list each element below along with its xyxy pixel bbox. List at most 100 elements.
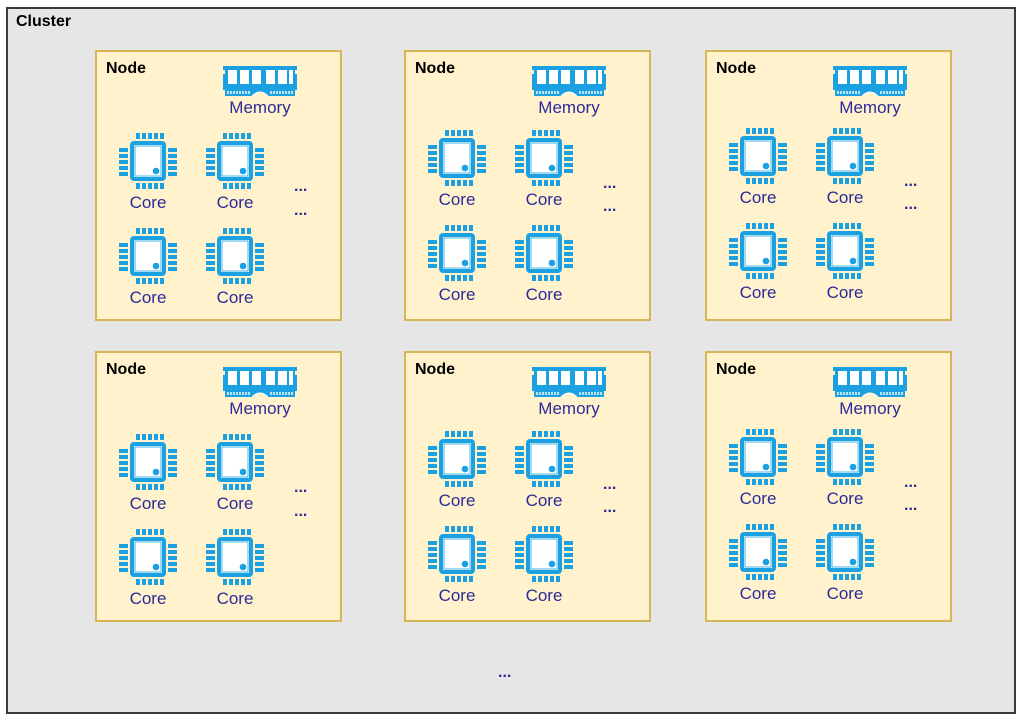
memory: Memory xyxy=(528,64,610,118)
core: Core xyxy=(200,433,270,514)
core: Core xyxy=(723,127,793,208)
cpu-icon xyxy=(113,132,183,190)
memory: Memory xyxy=(829,64,911,118)
core: Core xyxy=(723,222,793,303)
core-label: Core xyxy=(438,491,476,510)
core-label: Core xyxy=(129,288,167,307)
cpu-icon xyxy=(509,129,579,187)
core: Core xyxy=(810,523,880,604)
core-label: Core xyxy=(438,190,476,209)
core: Core xyxy=(723,428,793,509)
more-cores-ellipsis: ... xyxy=(904,474,918,491)
cpu-icon xyxy=(723,523,793,581)
memory-icon xyxy=(219,64,301,98)
core-label: Core xyxy=(525,491,563,510)
core: Core xyxy=(509,224,579,305)
cpu-icon xyxy=(810,523,880,581)
more-cores-ellipsis: ... xyxy=(294,503,308,520)
core: Core xyxy=(200,528,270,609)
memory-label: Memory xyxy=(839,98,901,117)
core-label: Core xyxy=(739,584,777,603)
core: Core xyxy=(509,525,579,606)
cpu-icon xyxy=(113,528,183,586)
cpu-icon xyxy=(113,433,183,491)
core-label: Core xyxy=(438,285,476,304)
memory-label: Memory xyxy=(538,98,600,117)
cpu-icon xyxy=(422,430,492,488)
cpu-icon xyxy=(200,227,270,285)
cpu-icon xyxy=(509,224,579,282)
cpu-icon xyxy=(113,227,183,285)
memory-label: Memory xyxy=(839,399,901,418)
more-nodes-ellipsis: ... xyxy=(498,664,512,681)
memory: Memory xyxy=(528,365,610,419)
core-label: Core xyxy=(826,584,864,603)
node-box: Node Memory Core Core Core Core ... ... xyxy=(404,351,651,622)
node-box: Node Memory Core Core Core Core ... ... xyxy=(95,50,342,321)
node-title: Node xyxy=(415,60,455,77)
core-label: Core xyxy=(129,589,167,608)
core: Core xyxy=(113,132,183,213)
more-cores-ellipsis: ... xyxy=(603,476,617,493)
more-cores-ellipsis: ... xyxy=(603,175,617,192)
more-cores-ellipsis: ... xyxy=(904,497,918,514)
cpu-icon xyxy=(200,132,270,190)
memory-label: Memory xyxy=(538,399,600,418)
cpu-icon xyxy=(723,428,793,486)
core-label: Core xyxy=(216,589,254,608)
node-title: Node xyxy=(716,60,756,77)
core: Core xyxy=(422,430,492,511)
memory: Memory xyxy=(219,365,301,419)
node-box: Node Memory Core Core Core Core ... ... xyxy=(95,351,342,622)
core-label: Core xyxy=(826,283,864,302)
node-box: Node Memory Core Core Core Core ... ... xyxy=(404,50,651,321)
more-cores-ellipsis: ... xyxy=(294,202,308,219)
core: Core xyxy=(113,433,183,514)
cpu-icon xyxy=(723,127,793,185)
core: Core xyxy=(422,525,492,606)
memory-icon xyxy=(528,64,610,98)
memory-icon xyxy=(219,365,301,399)
memory: Memory xyxy=(219,64,301,118)
core-label: Core xyxy=(525,586,563,605)
node-title: Node xyxy=(415,361,455,378)
core: Core xyxy=(723,523,793,604)
more-cores-ellipsis: ... xyxy=(904,173,918,190)
core-label: Core xyxy=(525,285,563,304)
cluster-title: Cluster xyxy=(16,13,72,30)
more-cores-ellipsis: ... xyxy=(294,178,308,195)
core-label: Core xyxy=(129,494,167,513)
core: Core xyxy=(509,129,579,210)
core: Core xyxy=(810,222,880,303)
core-label: Core xyxy=(739,188,777,207)
cpu-icon xyxy=(200,433,270,491)
core-label: Core xyxy=(129,193,167,212)
memory-label: Memory xyxy=(229,98,291,117)
cpu-icon xyxy=(509,525,579,583)
node-title: Node xyxy=(716,361,756,378)
core: Core xyxy=(200,132,270,213)
more-cores-ellipsis: ... xyxy=(294,479,308,496)
core-label: Core xyxy=(739,283,777,302)
more-cores-ellipsis: ... xyxy=(904,196,918,213)
core-label: Core xyxy=(826,188,864,207)
cpu-icon xyxy=(810,428,880,486)
core: Core xyxy=(810,428,880,509)
cpu-icon xyxy=(200,528,270,586)
node-box: Node Memory Core Core Core Core ... ... xyxy=(705,351,952,622)
node-box: Node Memory Core Core Core Core ... ... xyxy=(705,50,952,321)
cluster: Cluster Node Memory Core Core Core Core … xyxy=(6,7,1016,714)
core-label: Core xyxy=(216,193,254,212)
cpu-icon xyxy=(422,224,492,282)
core-label: Core xyxy=(525,190,563,209)
cpu-icon xyxy=(810,127,880,185)
memory: Memory xyxy=(829,365,911,419)
core: Core xyxy=(509,430,579,511)
node-title: Node xyxy=(106,60,146,77)
node-title: Node xyxy=(106,361,146,378)
cpu-icon xyxy=(422,525,492,583)
cpu-icon xyxy=(509,430,579,488)
core-label: Core xyxy=(216,288,254,307)
memory-icon xyxy=(829,64,911,98)
cpu-icon xyxy=(810,222,880,280)
